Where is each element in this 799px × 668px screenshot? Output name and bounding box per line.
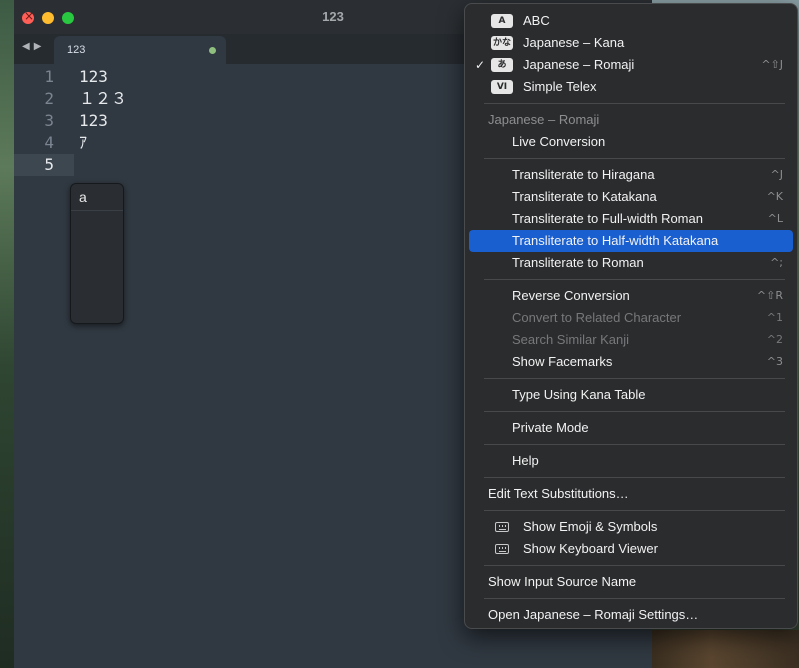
shortcut: ^3 (766, 355, 783, 368)
menu-item-transliterate-half-width-katakana[interactable]: Transliterate to Half-width Katakana (469, 230, 793, 252)
shortcut: ^1 (766, 311, 783, 324)
shortcut: ^; (770, 256, 783, 269)
code-line[interactable]: １２３ (79, 88, 127, 110)
candidate-window: a (70, 183, 124, 324)
menu-item-label: Live Conversion (512, 134, 606, 149)
line-number: 3 (44, 111, 54, 130)
menu-item-kana-table[interactable]: Type Using Kana Table (469, 384, 793, 406)
section-header-label: Japanese – Romaji (488, 112, 600, 127)
hiragana-badge-icon: あ (491, 58, 513, 72)
menu-separator (484, 103, 785, 104)
line-number: 4 (44, 133, 54, 152)
menu-item-abc[interactable]: A ABC (469, 10, 793, 32)
menu-item-label: Search Similar Kanji (512, 332, 630, 347)
menu-item-transliterate-full-width-roman[interactable]: Transliterate to Full-width Roman ^L (469, 208, 793, 230)
menu-item-label: Help (512, 453, 539, 468)
menu-item-label: Transliterate to Katakana (512, 189, 657, 204)
line-number: 2 (44, 89, 54, 108)
menu-separator (484, 565, 785, 566)
menu-separator (484, 477, 785, 478)
menu-separator (484, 444, 785, 445)
menu-section-header: Japanese – Romaji (469, 109, 793, 131)
menu-separator (484, 279, 785, 280)
input-source-menu: A ABC かな Japanese – Kana ✓ あ Japanese – … (464, 3, 798, 629)
menu-item-open-settings[interactable]: Open Japanese – Romaji Settings… (469, 604, 793, 626)
menu-separator (484, 510, 785, 511)
shortcut: ^J (770, 168, 783, 181)
shortcut: ^⇧R (756, 289, 783, 302)
checkmark-icon: ✓ (475, 58, 486, 72)
abc-badge-icon: A (491, 14, 513, 28)
tab-label: 123 (67, 44, 86, 56)
menu-separator (484, 411, 785, 412)
menu-item-transliterate-roman[interactable]: Transliterate to Roman ^; (469, 252, 793, 274)
menu-separator (484, 158, 785, 159)
menu-item-label: Show Input Source Name (488, 574, 637, 589)
menu-item-transliterate-hiragana[interactable]: Transliterate to Hiragana ^J (469, 164, 793, 186)
menu-item-label: Japanese – Romaji (523, 57, 635, 72)
keyboard-icon (495, 544, 509, 554)
menu-item-label: Transliterate to Half-width Katakana (512, 233, 719, 248)
menu-item-label: ABC (523, 13, 550, 28)
candidate-item[interactable]: a (71, 184, 123, 211)
menu-item-transliterate-katakana[interactable]: Transliterate to Katakana ^K (469, 186, 793, 208)
menu-item-search-similar-kanji: Search Similar Kanji ^2 (469, 329, 793, 351)
desktop-wallpaper-left (0, 0, 14, 668)
menu-item-label: Convert to Related Character (512, 310, 682, 325)
menu-item-label: Show Keyboard Viewer (523, 541, 658, 556)
menu-item-private-mode[interactable]: Private Mode (469, 417, 793, 439)
menu-separator (484, 378, 785, 379)
menu-item-label: Show Facemarks (512, 354, 613, 369)
menu-item-label: Transliterate to Roman (512, 255, 644, 270)
menu-item-edit-text-substitutions[interactable]: Edit Text Substitutions… (469, 483, 793, 505)
code-line[interactable]: ｱ (79, 132, 87, 154)
menu-item-label: Reverse Conversion (512, 288, 630, 303)
line-number-gutter: 1 2 3 4 5 (14, 64, 74, 668)
menu-item-live-conversion[interactable]: Live Conversion (469, 131, 793, 153)
menu-item-show-facemarks[interactable]: Show Facemarks ^3 (469, 351, 793, 373)
kana-badge-icon: かな (491, 36, 513, 50)
vi-badge-icon: VI (491, 80, 513, 94)
menu-separator (484, 598, 785, 599)
menu-item-label: Edit Text Substitutions… (488, 486, 629, 501)
menu-item-japanese-kana[interactable]: かな Japanese – Kana (469, 32, 793, 54)
menu-item-label: Private Mode (512, 420, 589, 435)
line-number-current: 5 (14, 154, 74, 176)
menu-item-simple-telex[interactable]: VI Simple Telex (469, 76, 793, 98)
menu-item-show-keyboard-viewer[interactable]: Show Keyboard Viewer (469, 538, 793, 560)
code-line[interactable]: 123 (79, 66, 108, 88)
menu-item-label: Transliterate to Full-width Roman (512, 211, 703, 226)
shortcut: ^K (766, 190, 783, 203)
menu-item-label: Open Japanese – Romaji Settings… (488, 607, 699, 622)
shortcut: ^2 (766, 333, 783, 346)
line-number: 1 (44, 67, 54, 86)
menu-item-japanese-romaji[interactable]: ✓ あ Japanese – Romaji ^⇧J (469, 54, 793, 76)
menu-item-convert-related-character: Convert to Related Character ^1 (469, 307, 793, 329)
menu-item-reverse-conversion[interactable]: Reverse Conversion ^⇧R (469, 285, 793, 307)
menu-item-label: Type Using Kana Table (512, 387, 646, 402)
menu-item-label: Transliterate to Hiragana (512, 167, 655, 182)
shortcut: ^L (767, 212, 783, 225)
menu-item-show-emoji-symbols[interactable]: Show Emoji & Symbols (469, 516, 793, 538)
menu-item-show-input-source-name[interactable]: Show Input Source Name (469, 571, 793, 593)
code-line[interactable]: 123 (79, 110, 108, 132)
unsaved-dot-icon (209, 47, 216, 54)
menu-item-label: Japanese – Kana (523, 35, 625, 50)
menu-item-label: Simple Telex (523, 79, 597, 94)
menu-item-label: Show Emoji & Symbols (523, 519, 658, 534)
tab-123[interactable]: 123 (54, 36, 226, 64)
menu-item-help[interactable]: Help (469, 450, 793, 472)
tab-nav-arrows-icon[interactable]: ◀▶ (22, 41, 45, 52)
emoji-viewer-icon (495, 522, 509, 532)
shortcut: ^⇧J (761, 58, 783, 71)
